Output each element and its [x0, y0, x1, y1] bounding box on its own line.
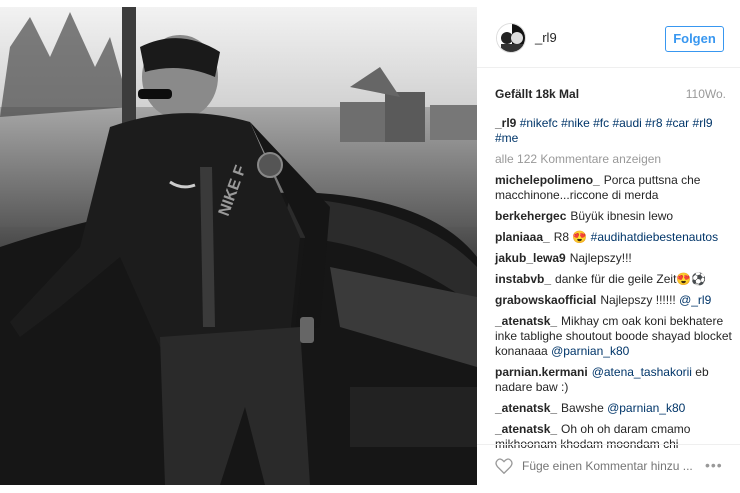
comment-username[interactable]: _atenatsk_ — [495, 314, 557, 328]
comment-username[interactable]: planiaaa_ — [495, 230, 550, 244]
comment-username[interactable]: jakub_lewa9 — [495, 251, 566, 265]
comment-link[interactable]: @_rl9 — [679, 293, 711, 307]
caption-tags: #nikefc #nike #fc #audi #r8 #car #rl9 #m… — [495, 116, 713, 145]
comment-text: Najlepszy !!!!!! — [600, 293, 680, 307]
comment-item: _atenatsk_ Bawshe @parnian_k80 — [495, 401, 732, 416]
comment-link[interactable]: #audihatdiebestenautos — [591, 230, 718, 244]
add-comment-row: ••• — [477, 444, 740, 485]
comment-username[interactable]: instabvb_ — [495, 272, 551, 286]
comment-username[interactable]: parnian.kermani — [495, 365, 588, 379]
comment-item: berkehergec Büyük ibnesin lewo — [495, 209, 732, 224]
caption: _rl9 #nikefc #nike #fc #audi #r8 #car #r… — [495, 116, 732, 146]
comment-username[interactable]: berkehergec — [495, 209, 566, 223]
comment-link[interactable]: @parnian_k80 — [551, 344, 629, 358]
comment-text: R8 😍 — [553, 230, 591, 244]
hashtag-link[interactable]: #nikefc — [520, 116, 558, 130]
comment-username[interactable]: _atenatsk_ — [495, 401, 557, 415]
hashtag-link[interactable]: #me — [495, 131, 518, 145]
comment-item: parnian.kermani @atena_tashakorii eb nada… — [495, 365, 732, 395]
follow-button[interactable]: Folgen — [665, 26, 724, 52]
comment-item: michelepolimeno_ Porca puttsna che macchi… — [495, 173, 732, 203]
avatar[interactable] — [496, 23, 526, 53]
comment-item: planiaaa_ R8 😍 #audihatdiebestenautos — [495, 230, 732, 245]
post-photo[interactable]: NIKE F — [0, 7, 477, 485]
hashtag-link[interactable]: #nike — [558, 116, 590, 130]
comment-item: instabvb_ danke für die geile Zeit😍⚽ — [495, 272, 732, 287]
comments-list: _rl9 #nikefc #nike #fc #audi #r8 #car #r… — [495, 116, 732, 452]
comment-text: Büyük ibnesin lewo — [570, 209, 674, 223]
caption-username[interactable]: _rl9 — [495, 116, 516, 130]
comment-container: michelepolimeno_ Porca puttsna che macchi… — [495, 173, 732, 452]
comment-username[interactable]: grabowskaofficial — [495, 293, 596, 307]
hashtag-link[interactable]: #car — [663, 116, 689, 130]
likes-count[interactable]: Gefällt 18k Mal — [495, 87, 579, 101]
comment-link[interactable]: @atena_tashakorii — [592, 365, 692, 379]
hashtag-link[interactable]: #audi — [609, 116, 641, 130]
post-header: _rl9 Folgen — [477, 7, 740, 68]
comment-item: jakub_lewa9 Najlepszy!!! — [495, 251, 732, 266]
comment-item: _atenatsk_ Mikhay cm oak koni bekhatere i… — [495, 314, 732, 359]
header-username[interactable]: _rl9 — [535, 30, 557, 45]
comment-text: Bawshe — [561, 401, 608, 415]
post-time[interactable]: 110Wo. — [686, 87, 726, 101]
heart-icon[interactable] — [495, 458, 513, 474]
more-options-icon[interactable]: ••• — [705, 457, 723, 473]
comment-username[interactable]: michelepolimeno_ — [495, 173, 600, 187]
hashtag-link[interactable]: #r8 — [642, 116, 662, 130]
comment-text: danke für die geile Zeit😍⚽ — [555, 272, 707, 286]
comment-link[interactable]: @parnian_k80 — [607, 401, 685, 415]
hashtag-link[interactable]: #fc — [590, 116, 609, 130]
post-side-panel: _rl9 Folgen Gefällt 18k Mal 110Wo. _rl9 … — [477, 7, 740, 485]
add-comment-input[interactable] — [522, 455, 692, 477]
comment-text: Najlepszy!!! — [569, 251, 632, 265]
comment-item: grabowskaofficial Najlepszy !!!!!! @_rl9 — [495, 293, 732, 308]
view-all-comments-link[interactable]: alle 122 Kommentare anzeigen — [495, 152, 732, 167]
comment-username[interactable]: _atenatsk_ — [495, 422, 557, 436]
hashtag-link[interactable]: #rl9 — [689, 116, 713, 130]
